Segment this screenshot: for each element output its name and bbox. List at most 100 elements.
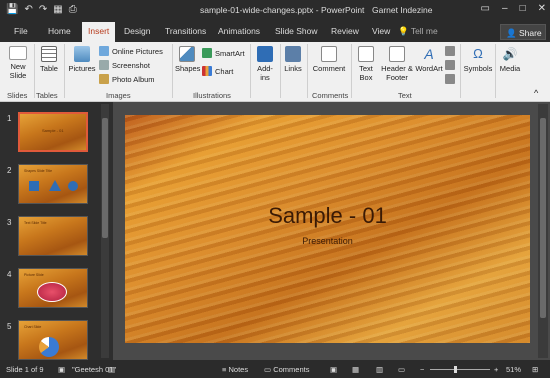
zoom-slider[interactable]	[430, 369, 490, 370]
slide-subtitle[interactable]: Presentation	[125, 236, 530, 246]
print-icon[interactable]: ⎙	[69, 4, 77, 16]
thumb-number: 4	[7, 270, 12, 279]
text-box-button[interactable]: Text Box	[354, 46, 378, 82]
wordart-icon: A	[424, 46, 434, 62]
tab-animations[interactable]: Animations	[218, 26, 260, 36]
zoom-out-icon[interactable]: −	[420, 365, 424, 374]
wordart-label: WordArt	[415, 64, 443, 73]
maximize-icon[interactable]: □	[520, 3, 526, 14]
table-label: Table	[40, 64, 58, 73]
slide-thumbnail[interactable]: Chart Slide	[18, 320, 88, 360]
slide-number-icon	[445, 60, 455, 70]
redo-icon[interactable]: ↷	[39, 4, 47, 16]
tab-home[interactable]: Home	[48, 26, 71, 36]
thumbnail-scroll-thumb[interactable]	[102, 118, 108, 238]
wordart-button[interactable]: A WordArt	[415, 46, 443, 73]
text-small-button[interactable]	[445, 60, 455, 70]
ribbon-display-icon[interactable]: ▭	[481, 3, 490, 14]
pictures-button[interactable]: Pictures	[67, 46, 97, 73]
notes-button[interactable]: ≡ Notes	[222, 365, 248, 374]
comments-button[interactable]: ▭ Comments	[264, 365, 309, 374]
zoom-in-icon[interactable]: +	[494, 365, 498, 374]
slide-thumbnail[interactable]: Shapes Slide Title	[18, 164, 88, 204]
globe-picture-icon	[99, 46, 109, 56]
person-icon: 👤	[506, 28, 517, 38]
comment-button[interactable]: Comment	[310, 46, 348, 73]
symbols-button[interactable]: Ω Symbols	[462, 46, 494, 73]
editor-scroll-thumb[interactable]	[540, 118, 546, 318]
text-small-button[interactable]	[445, 46, 455, 56]
group-divider	[280, 44, 281, 98]
tab-insert[interactable]: Insert	[82, 22, 116, 42]
slide-thumbnail[interactable]: Sample - 01	[18, 112, 88, 152]
media-label: Media	[499, 64, 521, 73]
photo-album-button[interactable]: Photo Album	[99, 74, 155, 84]
slide-sorter-icon[interactable]: ▦	[352, 365, 359, 374]
chart-icon	[202, 66, 212, 76]
slide-show-icon[interactable]: ▭	[398, 365, 405, 374]
online-pictures-button[interactable]: Online Pictures	[99, 46, 163, 56]
chart-button[interactable]: Chart	[202, 66, 233, 76]
object-icon	[445, 74, 455, 84]
tab-slide-show[interactable]: Slide Show	[275, 26, 318, 36]
tab-file[interactable]: File	[14, 26, 28, 36]
minimize-icon[interactable]: –	[502, 3, 508, 14]
slide-thumbnail[interactable]: Picture Slide	[18, 268, 88, 308]
slide-title[interactable]: Sample - 01	[125, 203, 530, 229]
tab-design[interactable]: Design	[124, 26, 150, 36]
zoom-level[interactable]: 51%	[506, 365, 521, 374]
tab-transitions[interactable]: Transitions	[165, 26, 206, 36]
thumb-title: Chart Slide	[24, 325, 42, 329]
share-button[interactable]: 👤 Share	[500, 24, 546, 40]
tell-me-search[interactable]: 💡 Tell me	[398, 26, 438, 37]
tab-view[interactable]: View	[372, 26, 390, 36]
header-footer-icon	[389, 46, 405, 62]
thumb-shapes	[29, 180, 78, 191]
addins-label: Add-ins	[257, 64, 273, 82]
photo-album-icon	[99, 74, 109, 84]
user-name[interactable]: Garnet Indezine	[372, 5, 432, 15]
thumb-title: Picture Slide	[24, 273, 44, 277]
present-icon[interactable]: ▦	[53, 4, 62, 16]
group-divider	[64, 44, 65, 98]
document-title: sample-01-wide-changes.pptx - PowerPoint	[200, 5, 365, 15]
shapes-button[interactable]: Shapes	[175, 46, 200, 73]
current-slide[interactable]: Sample - 01 Presentation	[125, 115, 530, 343]
table-button[interactable]: Table	[37, 46, 61, 73]
language-icon[interactable]: ▤	[108, 365, 115, 374]
group-divider	[250, 44, 251, 98]
pictures-label: Pictures	[68, 64, 96, 73]
new-slide-button[interactable]: New Slide	[4, 46, 32, 80]
new-slide-icon	[9, 46, 27, 60]
screenshot-button[interactable]: Screenshot	[99, 60, 150, 70]
group-tables-label: Tables	[36, 91, 58, 100]
text-small-button[interactable]	[445, 74, 455, 84]
smartart-icon	[202, 48, 212, 58]
smartart-button[interactable]: SmartArt	[202, 48, 245, 58]
spellcheck-icon[interactable]: ▣	[58, 365, 65, 374]
quick-access-toolbar: 💾 ↶ ↷ ▦ ⎙	[6, 4, 77, 16]
lightbulb-icon: 💡	[398, 26, 409, 36]
addins-button[interactable]: Add-ins	[253, 46, 277, 82]
undo-icon[interactable]: ↶	[24, 4, 32, 16]
fit-slide-icon[interactable]: ⊞	[532, 365, 538, 374]
header-footer-button[interactable]: Header & Footer	[380, 46, 414, 82]
links-label: Links	[284, 64, 302, 73]
text-box-icon	[358, 46, 374, 62]
screenshot-label: Screenshot	[112, 60, 150, 70]
group-divider	[351, 44, 352, 98]
save-icon[interactable]: 💾	[6, 4, 18, 16]
comments-label: Comments	[273, 365, 310, 374]
close-icon[interactable]: ✕	[538, 3, 546, 14]
reading-view-icon[interactable]: ▥	[376, 365, 383, 374]
zoom-slider-knob[interactable]	[454, 366, 457, 373]
tab-review[interactable]: Review	[331, 26, 359, 36]
link-icon	[285, 46, 301, 62]
collapse-ribbon-icon[interactable]: ^	[534, 88, 538, 98]
links-button[interactable]: Links	[282, 46, 304, 73]
media-button[interactable]: 🔊 Media	[497, 46, 523, 73]
normal-view-icon[interactable]: ▣	[330, 365, 337, 374]
group-text-label: Text	[398, 91, 412, 100]
slide-thumbnail[interactable]: Text Slide Title	[18, 216, 88, 256]
tell-me-label: Tell me	[410, 26, 438, 36]
